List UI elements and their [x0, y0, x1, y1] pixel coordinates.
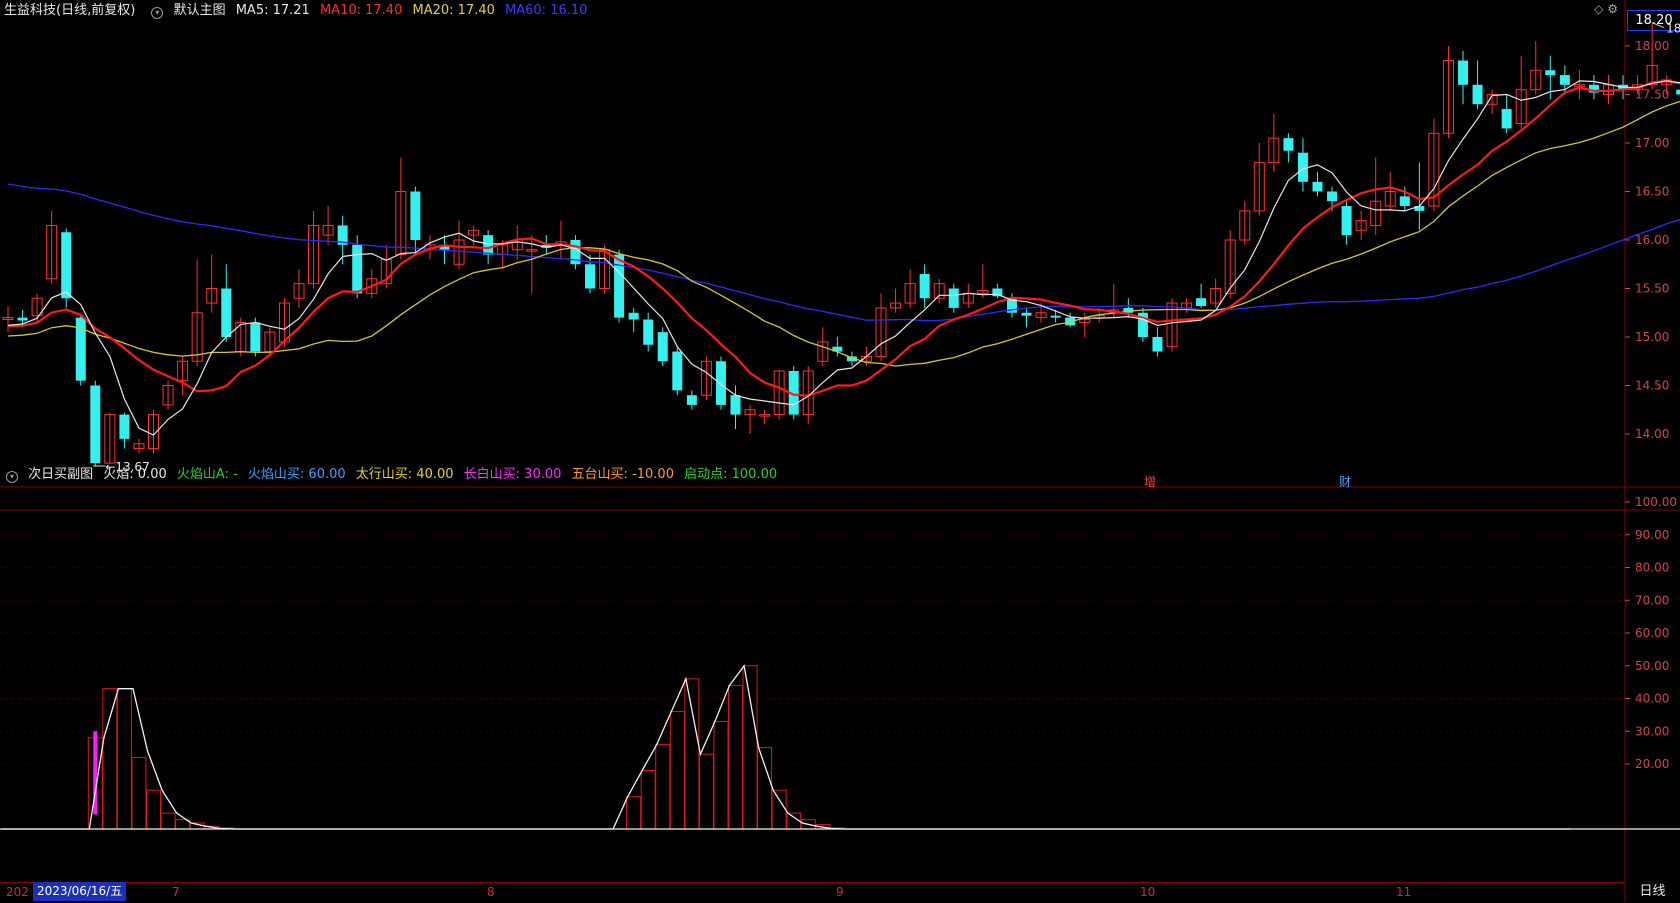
candle-down [17, 317, 28, 321]
sub-tick-label: 70.00 [1635, 593, 1669, 607]
candle-down [657, 332, 668, 362]
period-button[interactable]: 日线 [1625, 882, 1680, 902]
date-year-stub: 202 [6, 885, 29, 899]
candle-down [61, 232, 72, 299]
date-month-8: 8 [487, 885, 495, 899]
sub-tick-label: 20.00 [1635, 757, 1669, 771]
candle-down [948, 288, 959, 308]
sub-bar [102, 688, 118, 830]
sub-bar [757, 747, 773, 830]
sub-line [2, 664, 1680, 830]
price-tick-label: 15.50 [1635, 282, 1669, 296]
sub-tick-label: 60.00 [1635, 626, 1669, 640]
date-month-7: 7 [172, 885, 180, 899]
sub-tick-label: 80.00 [1635, 561, 1669, 575]
date-month-11: 11 [1396, 885, 1412, 899]
candle-down [585, 264, 595, 289]
sub-bar [684, 678, 700, 830]
candle-down [643, 319, 654, 345]
sub-bar [655, 743, 671, 830]
candle-down [1501, 109, 1512, 129]
sub-bar [713, 720, 729, 830]
price-tick-label: 16.00 [1635, 233, 1669, 247]
sub-tick-label: 90.00 [1635, 528, 1669, 542]
low-label: ←13.67 [105, 460, 149, 474]
sub-bar [771, 789, 787, 830]
candle-down [1312, 181, 1323, 192]
candle-down [628, 312, 639, 320]
date-month-10: 10 [1140, 885, 1156, 899]
candle-down [1341, 206, 1352, 236]
sub-bar [742, 665, 758, 830]
price-tick-label: 17.00 [1635, 136, 1669, 150]
price-tick-label: 15.00 [1635, 330, 1669, 344]
sub-tick-label: 40.00 [1635, 692, 1669, 706]
date-axis: 202 7 8 9 10 11 [0, 882, 1625, 903]
candle-down [250, 322, 261, 352]
chart-canvas[interactable]: 18.0017.5017.0016.5016.0015.5015.0014.50… [0, 0, 1680, 902]
cursor-date-label: 2023/06/16/五 [33, 882, 127, 901]
price-tick-label: 16.50 [1635, 185, 1669, 199]
sub-tick-label: 30.00 [1635, 724, 1669, 738]
candle-down [919, 273, 930, 299]
sub-tick-label: 100.00 [1635, 495, 1677, 509]
sub-bar [669, 711, 685, 830]
sub-tick-label: 50.00 [1635, 659, 1669, 673]
candle-down [1283, 138, 1294, 151]
candle-down [672, 351, 683, 391]
sub-bar [728, 684, 743, 830]
high-label: 18.24 [1666, 22, 1680, 36]
candle-down [90, 385, 101, 464]
candle-down [1676, 89, 1680, 95]
candle-down [1399, 196, 1410, 207]
candle-down [715, 361, 726, 405]
candle-down [730, 395, 741, 415]
sub-bar [116, 688, 132, 830]
candle-down [1021, 312, 1032, 316]
candle-down [1472, 84, 1483, 105]
candle-down [1559, 75, 1570, 85]
candle-down [1327, 191, 1338, 202]
price-tick-label: 14.50 [1635, 379, 1669, 393]
candle-down [1458, 60, 1468, 85]
candle-down [1152, 337, 1163, 352]
price-tick-label: 14.00 [1635, 427, 1669, 441]
event-marker-cai[interactable]: 财 [1339, 473, 1351, 490]
candle-down [352, 244, 363, 294]
date-month-9: 9 [836, 885, 844, 899]
sub-bar [160, 812, 176, 830]
sub-bar [626, 796, 642, 830]
candle-down [119, 414, 130, 439]
candle-down [1297, 152, 1308, 182]
event-marker-zeng[interactable]: 增 [1144, 473, 1156, 490]
candle-down [483, 235, 494, 255]
candle-down [1050, 315, 1061, 318]
sub-bar [146, 789, 161, 830]
sub-bar [698, 753, 714, 830]
candle-down [1196, 298, 1207, 306]
candle-down [686, 395, 697, 405]
high-pointer [1651, 22, 1665, 29]
sub-bar [131, 756, 147, 830]
candle-down [221, 288, 232, 337]
candle-down [1545, 70, 1556, 76]
sub-bar [640, 770, 656, 830]
candle-down [410, 191, 421, 240]
